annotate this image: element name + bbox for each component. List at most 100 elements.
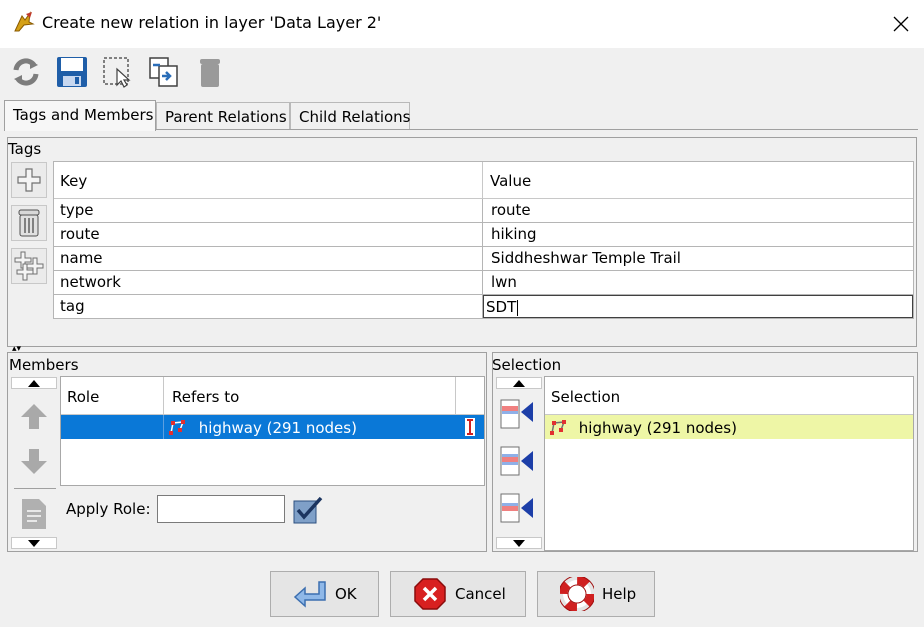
way-icon	[169, 420, 185, 435]
scroll-up-arrow[interactable]	[11, 377, 57, 389]
tab-parent-relations[interactable]: Parent Relations	[156, 102, 290, 130]
selection-section-label: Selection	[492, 356, 562, 374]
member-refers-to-cell[interactable]: highway (291 nodes)	[164, 415, 456, 439]
duplicate-relation-button[interactable]	[146, 54, 182, 90]
trash-icon	[18, 209, 40, 237]
role-column-header[interactable]: Role	[61, 377, 164, 415]
apply-role-input[interactable]	[157, 495, 285, 523]
save-icon	[57, 57, 87, 87]
refresh-icon	[13, 58, 39, 86]
tag-value-cell[interactable]: Siddheshwar Temple Trail	[483, 247, 913, 270]
delete-relation-button[interactable]	[192, 54, 228, 90]
tags-table-header: Key Value	[54, 162, 913, 199]
ok-arrow-icon	[293, 581, 326, 608]
add-after-icon	[500, 493, 533, 523]
add-selected-before-button[interactable]	[499, 443, 535, 479]
duplicate-relation-icon	[149, 57, 178, 87]
select-members-button[interactable]	[100, 54, 136, 90]
tag-row[interactable]: network lwn	[54, 271, 913, 295]
ok-button[interactable]: OK	[270, 571, 379, 617]
help-label: Help	[602, 585, 637, 603]
josm-icon	[14, 11, 35, 32]
apply-role-label: Apply Role:	[66, 500, 151, 518]
multi-plus-icon	[14, 251, 44, 281]
select-area-icon	[103, 57, 131, 88]
tag-key-cell[interactable]: network	[54, 271, 483, 294]
member-role-cell[interactable]	[61, 415, 164, 439]
tag-key-cell[interactable]: route	[54, 223, 483, 246]
tags-section-label: Tags	[8, 140, 42, 158]
tag-key-cell[interactable]: type	[54, 199, 483, 222]
tag-value-cell[interactable]: route	[483, 199, 913, 222]
add-before-icon	[500, 446, 533, 476]
add-selected-after-button[interactable]	[499, 490, 535, 526]
arrow-down-icon	[21, 449, 47, 474]
add-tag-button[interactable]	[11, 162, 47, 198]
tags-table: Key Value type route route hiking name S…	[53, 161, 914, 319]
tag-row[interactable]: tag SDT	[54, 295, 913, 319]
cancel-label: Cancel	[455, 585, 506, 603]
lifebuoy-icon	[560, 577, 594, 611]
delete-tag-button[interactable]	[11, 205, 47, 241]
move-up-button[interactable]	[16, 398, 52, 434]
paste-tags-button[interactable]	[11, 248, 47, 284]
value-column-header[interactable]: Value	[483, 162, 913, 199]
scroll-down-arrow[interactable]	[11, 537, 57, 549]
divider	[14, 488, 56, 489]
member-refers-to-text: highway (291 nodes)	[198, 419, 357, 437]
triangle-down-icon	[513, 539, 525, 547]
ok-label: OK	[335, 585, 357, 603]
plus-icon	[17, 168, 41, 192]
triangle-down-icon	[28, 539, 40, 547]
trash-icon	[200, 59, 220, 87]
text-caret	[517, 299, 519, 316]
close-icon	[893, 16, 909, 32]
title-bar: Create new relation in layer 'Data Layer…	[0, 0, 924, 48]
selection-row[interactable]: highway (291 nodes)	[545, 415, 913, 439]
add-at-start-icon	[500, 399, 533, 429]
close-button[interactable]	[878, 0, 924, 48]
toolbar	[8, 54, 228, 90]
linkage-icon	[465, 418, 475, 436]
tag-row[interactable]: name Siddheshwar Temple Trail	[54, 247, 913, 271]
edit-document-icon	[22, 499, 46, 529]
apply-role-button[interactable]	[292, 495, 324, 525]
members-table: Role Refers to highway (291 nodes)	[60, 376, 485, 486]
save-button[interactable]	[54, 54, 90, 90]
member-row-selected[interactable]: highway (291 nodes)	[61, 415, 484, 439]
selection-text: highway (291 nodes)	[578, 419, 737, 437]
tag-value-editor[interactable]: SDT	[483, 295, 913, 318]
way-icon	[550, 420, 566, 435]
tag-key-cell[interactable]: tag	[54, 295, 483, 318]
cancel-icon	[414, 578, 446, 610]
tag-value-text: SDT	[486, 298, 517, 316]
selection-scroll-up-arrow[interactable]	[496, 377, 542, 389]
tag-key-cell[interactable]: name	[54, 247, 483, 270]
selection-cell[interactable]: highway (291 nodes)	[545, 415, 737, 439]
arrow-up-icon	[21, 404, 47, 429]
linkage-column-header[interactable]	[456, 377, 484, 415]
tag-value-cell[interactable]: hiking	[483, 223, 913, 246]
move-down-button[interactable]	[16, 444, 52, 480]
members-section-label: Members	[9, 356, 79, 374]
edit-member-button[interactable]	[16, 496, 52, 532]
selection-scroll-down-arrow[interactable]	[496, 537, 542, 549]
selection-column-header[interactable]: Selection	[545, 377, 913, 415]
tag-value-cell[interactable]: lwn	[483, 271, 913, 294]
checkmark-icon	[293, 496, 323, 524]
refresh-button[interactable]	[8, 54, 44, 90]
help-button[interactable]: Help	[537, 571, 655, 617]
cancel-button[interactable]: Cancel	[390, 571, 526, 617]
add-selected-at-start-button[interactable]	[499, 396, 535, 432]
key-column-header[interactable]: Key	[54, 162, 483, 199]
tab-tags-and-members[interactable]: Tags and Members	[4, 100, 156, 131]
refers-to-column-header[interactable]: Refers to	[164, 377, 456, 415]
tag-row[interactable]: route hiking	[54, 223, 913, 247]
triangle-up-icon	[28, 379, 40, 387]
window-title: Create new relation in layer 'Data Layer…	[42, 13, 382, 32]
tag-row[interactable]: type route	[54, 199, 913, 223]
selection-table: Selection highway (291 nodes)	[544, 376, 914, 551]
tab-child-relations[interactable]: Child Relations	[290, 102, 411, 130]
member-linkage-cell	[456, 415, 484, 439]
triangle-up-icon	[513, 379, 525, 387]
